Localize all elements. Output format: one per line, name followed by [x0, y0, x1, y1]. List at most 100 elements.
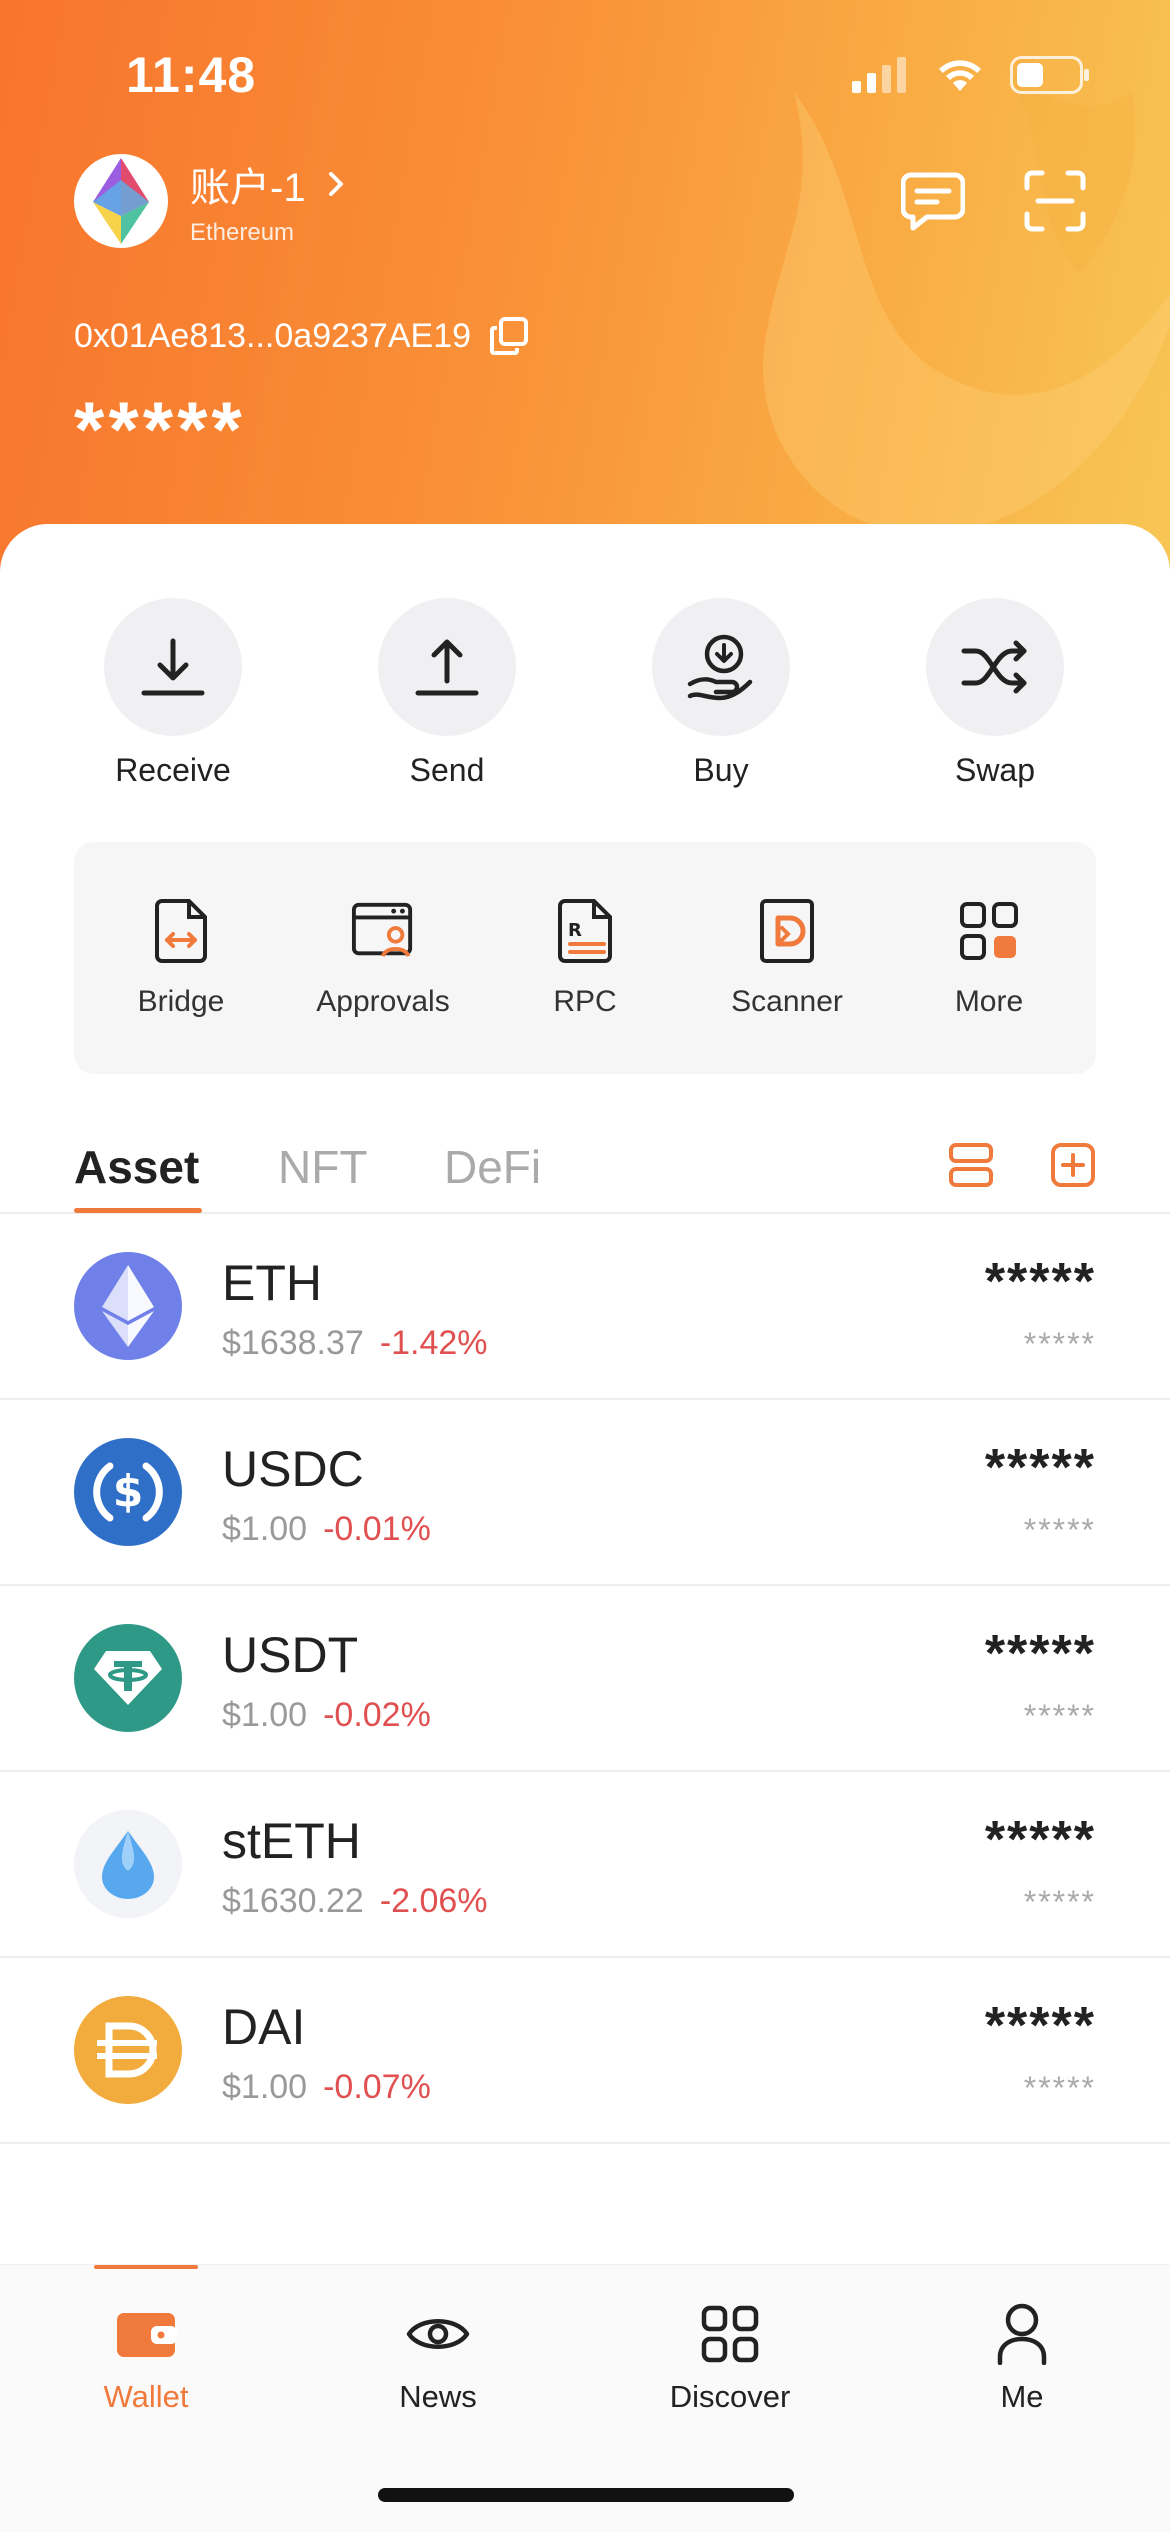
asset-change: -0.07%: [323, 2068, 431, 2106]
approvals-icon: [351, 902, 413, 958]
status-time: 11:48: [126, 47, 257, 103]
eth-logo: [74, 1252, 182, 1360]
wallet-header: 11:48 账户-1 Ethereum 0x01Ae813...0a9237AE…: [0, 0, 1170, 600]
send-button[interactable]: Send: [310, 598, 584, 789]
chat-bubble-icon: [901, 172, 965, 231]
rpc-tool[interactable]: R RPC: [484, 897, 686, 1019]
usdt-logo: [74, 1624, 182, 1732]
list-layout-icon[interactable]: [948, 1142, 994, 1188]
nav-discover-label: Discover: [669, 2379, 791, 2414]
send-arrow-icon: [415, 639, 479, 696]
asset-symbol: DAI: [222, 1999, 306, 2055]
asset-change: -0.01%: [323, 1510, 431, 1548]
asset-price-row: $1.00 -0.02%: [222, 1696, 431, 1735]
nav-wallet[interactable]: Wallet: [0, 2265, 292, 2415]
rpc-icon: R: [558, 899, 612, 963]
scan-button[interactable]: [1020, 166, 1090, 236]
asset-change: -0.02%: [323, 1696, 431, 1734]
asset-price: $1.00: [222, 1510, 308, 1548]
wallet-icon: [117, 2313, 177, 2357]
asset-row-steth[interactable]: stETH $1630.22 -2.06% ***** *****: [0, 1772, 1170, 1958]
receive-circle: [104, 598, 242, 736]
asset-amount: *****: [984, 1811, 1096, 1869]
asset-symbol: ETH: [222, 1255, 322, 1311]
bridge-label: Bridge: [137, 985, 225, 1018]
quick-actions: Receive Send Buy Swap: [0, 598, 1170, 789]
asset-row-usdc[interactable]: $ USDC $1.00 -0.01% ***** *****: [0, 1400, 1170, 1586]
buy-coin-hand-icon: [687, 634, 753, 701]
nav-news[interactable]: News: [292, 2265, 584, 2415]
asset-price-row: $1.00 -0.01%: [222, 1510, 431, 1549]
svg-text:R: R: [568, 920, 582, 941]
asset-price: $1.00: [222, 1696, 308, 1734]
nav-discover[interactable]: Discover: [584, 2265, 876, 2415]
tab-defi[interactable]: DeFi: [444, 1140, 541, 1194]
wallet-address-row[interactable]: 0x01Ae813...0a9237AE19: [74, 316, 529, 356]
nav-news-label: News: [399, 2379, 477, 2414]
nav-wallet-label: Wallet: [103, 2379, 189, 2414]
home-indicator: [378, 2488, 794, 2502]
header-actions: [898, 166, 1090, 236]
tether-token-icon: [94, 1651, 162, 1705]
lido-drop-icon: [102, 1831, 154, 1899]
account-selector[interactable]: 账户-1 Ethereum: [74, 154, 344, 248]
scan-frame-icon: [1024, 170, 1086, 232]
receive-label: Receive: [115, 752, 231, 788]
dai-logo: [74, 1996, 182, 2104]
asset-value: *****: [1023, 1698, 1096, 1734]
wallet-address: 0x01Ae813...0a9237AE19: [74, 316, 472, 355]
steth-logo: [74, 1810, 182, 1918]
tools-panel: Bridge Approvals R RPC Scanner More: [74, 842, 1096, 1074]
account-chain: Ethereum: [190, 219, 295, 246]
more-label: More: [954, 985, 1024, 1018]
asset-symbol: USDC: [222, 1441, 364, 1497]
battery-icon: [1010, 56, 1089, 94]
asset-symbol: USDT: [222, 1627, 359, 1683]
add-token-icon[interactable]: [1050, 1142, 1096, 1188]
receive-button[interactable]: Receive: [36, 598, 310, 789]
swap-circle: [926, 598, 1064, 736]
total-balance[interactable]: *****: [74, 384, 246, 475]
bridge-tool[interactable]: Bridge: [80, 897, 282, 1019]
discover-grid-icon: [701, 2305, 759, 2363]
receive-arrow-icon: [141, 638, 205, 696]
asset-row-eth[interactable]: ETH $1638.37 -1.42% ***** *****: [0, 1214, 1170, 1400]
asset-price-row: $1.00 -0.07%: [222, 2068, 431, 2107]
cellular-signal-icon: [852, 57, 906, 93]
asset-price-row: $1630.22 -2.06%: [222, 1882, 488, 1921]
asset-row-usdt[interactable]: USDT $1.00 -0.02% ***** *****: [0, 1586, 1170, 1772]
asset-amount: *****: [984, 1625, 1096, 1683]
asset-amount: *****: [984, 1439, 1096, 1497]
swap-button[interactable]: Swap: [858, 598, 1132, 789]
dai-token-icon: [97, 2022, 157, 2078]
more-grid-icon: [960, 902, 1018, 960]
asset-change: -2.06%: [379, 1882, 488, 1920]
scanner-tool[interactable]: Scanner: [686, 897, 888, 1019]
message-button[interactable]: [898, 166, 968, 236]
approvals-label: Approvals: [316, 985, 450, 1018]
nav-me[interactable]: Me: [876, 2265, 1168, 2415]
tab-actions: [948, 1142, 1096, 1188]
account-name: 账户-1: [190, 166, 306, 210]
tab-nft[interactable]: NFT: [278, 1140, 367, 1194]
asset-list: ETH $1638.37 -1.42% ***** ***** $ USDC $…: [0, 1214, 1170, 2144]
asset-change: -1.42%: [379, 1324, 488, 1362]
usdc-token-icon: $: [93, 1462, 163, 1522]
send-circle: [378, 598, 516, 736]
tab-asset[interactable]: Asset: [74, 1140, 199, 1194]
ethereum-logo-icon: [93, 158, 149, 244]
copy-icon[interactable]: [489, 316, 529, 356]
approvals-tool[interactable]: Approvals: [282, 897, 484, 1019]
asset-price: $1630.22: [222, 1882, 364, 1920]
scanner-icon: [760, 899, 814, 963]
asset-amount: *****: [984, 1997, 1096, 2055]
account-name-row: 账户-1: [190, 155, 344, 213]
more-tool[interactable]: More: [888, 897, 1090, 1019]
asset-price: $1.00: [222, 2068, 308, 2106]
rpc-label: RPC: [553, 985, 617, 1018]
swap-shuffle-icon: [961, 640, 1027, 694]
ethereum-avatar: [74, 154, 168, 248]
asset-row-dai[interactable]: DAI $1.00 -0.07% ***** *****: [0, 1958, 1170, 2144]
eye-icon: [406, 2319, 470, 2349]
buy-button[interactable]: Buy: [584, 598, 858, 789]
